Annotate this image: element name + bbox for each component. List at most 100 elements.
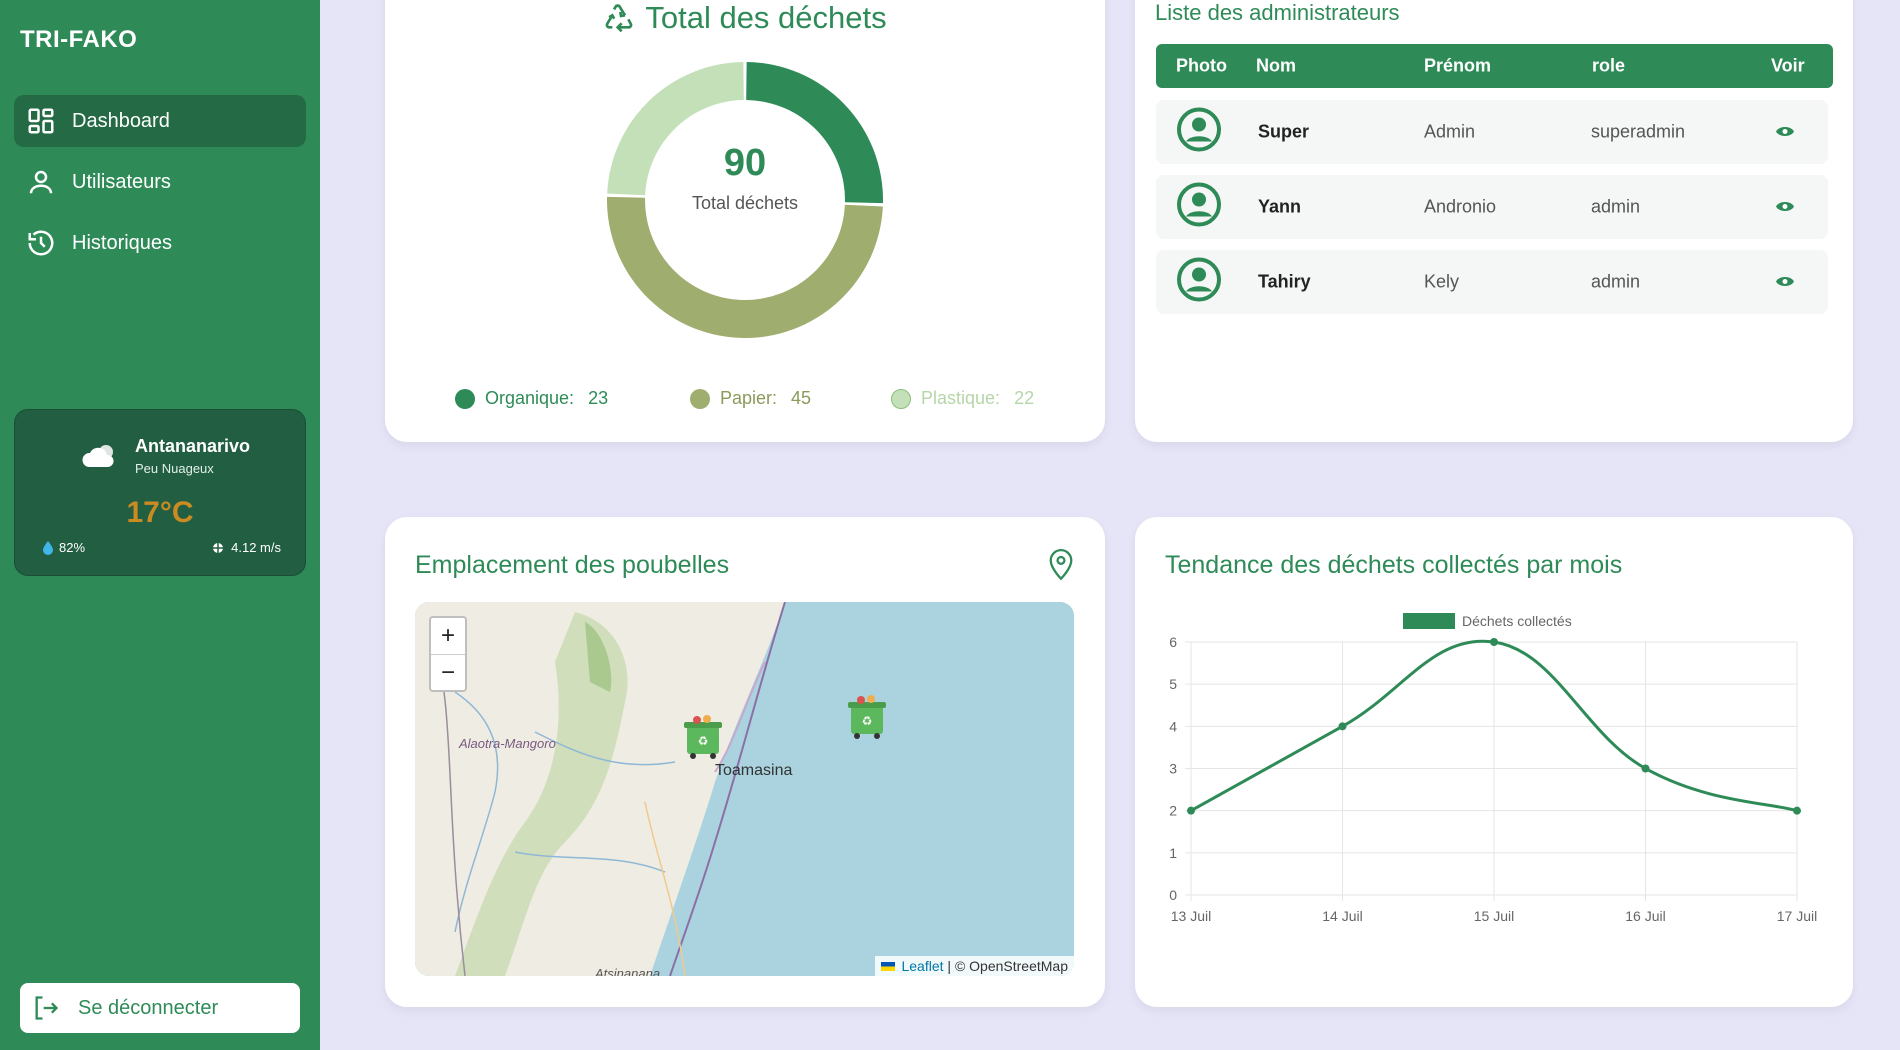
data-point[interactable] — [1793, 806, 1801, 815]
y-tick-label: 4 — [1169, 718, 1177, 734]
attribution-text: | © OpenStreetMap — [947, 958, 1068, 974]
view-icon[interactable] — [1776, 122, 1794, 143]
avatar — [1176, 107, 1222, 158]
table-row: Yann Andronio admin — [1156, 175, 1828, 239]
dashboard-icon — [28, 108, 54, 134]
weather-city: Antananarivo — [135, 436, 251, 456]
zoom-in-button[interactable]: + — [431, 618, 465, 654]
legend-label: Déchets collectés — [1462, 613, 1572, 629]
legend-swatch — [1403, 613, 1455, 629]
sidebar: TRI-FAKO Dashboard Utilisateurs Historiq… — [0, 0, 320, 1050]
admin-role: admin — [1591, 271, 1641, 292]
legend-dot — [455, 388, 475, 409]
user-circle-icon — [1177, 107, 1221, 152]
data-point[interactable] — [1641, 764, 1650, 773]
legend-organique: Organique: 23 — [455, 388, 608, 409]
humidity-value: 82% — [59, 540, 86, 555]
y-tick-label: 6 — [1169, 634, 1177, 650]
line-chart: 0 1 2 3 4 5 6 13 Juil 14 Juil 15 Juil 16 Juil 17 Ju… — [1169, 613, 1817, 924]
trash-bin-marker-icon[interactable]: ♻ — [843, 692, 891, 740]
map-card: Emplacement des poubelles Alaotra-Mangor… — [385, 517, 1105, 1007]
brand-title: TRI-FAKO — [20, 26, 138, 53]
x-tick-label: 14 Juil — [1322, 908, 1362, 924]
legend-value: 22 — [1014, 388, 1035, 408]
donut-slice-papier[interactable] — [607, 196, 883, 339]
zoom-control: + − — [429, 616, 467, 692]
header-prenom: Prénom — [1424, 55, 1492, 76]
wind-icon — [212, 541, 225, 554]
donut-title: Total des déchets — [385, 0, 1105, 36]
zoom-out-button[interactable]: − — [431, 654, 465, 690]
admin-nom: Yann — [1258, 196, 1302, 217]
table-row: Tahiry Kely admin — [1156, 250, 1828, 314]
map-city-below: Atsinanana — [595, 966, 661, 976]
trash-bin-marker-icon[interactable]: ♻ — [679, 712, 727, 760]
avatar — [1176, 257, 1222, 308]
x-tick-label: 16 Juil — [1625, 908, 1665, 924]
leaflet-link[interactable]: Leaflet — [901, 958, 943, 974]
legend-value: 45 — [791, 388, 812, 408]
map-title: Emplacement des poubelles — [415, 551, 730, 579]
legend-label: Plastique: — [921, 388, 1001, 408]
sidebar-item-utilisateurs[interactable]: Utilisateurs — [14, 156, 306, 208]
donut-title-text: Total des déchets — [645, 0, 887, 35]
sidebar-item-dashboard[interactable]: Dashboard — [14, 95, 306, 147]
weather-widget: Antananarivo Peu Nuageux 17°C 82% 4.12 m… — [14, 409, 306, 576]
legend-plastique: Plastique: 22 — [891, 388, 1034, 409]
data-point[interactable] — [1490, 638, 1498, 646]
svg-text:♻: ♻ — [698, 734, 709, 748]
admin-role: superadmin — [1591, 121, 1686, 142]
flag-icon — [880, 962, 895, 971]
wind-value: 4.12 m/s — [231, 540, 281, 555]
user-circle-icon — [1177, 257, 1221, 302]
table-row: Super Admin superadmin — [1156, 100, 1828, 164]
sidebar-item-label: Utilisateurs — [72, 170, 171, 193]
sidebar-nav: Dashboard Utilisateurs Historiques — [14, 95, 306, 278]
x-tick-label: 13 Juil — [1171, 908, 1211, 924]
admin-nom: Super — [1258, 121, 1310, 142]
view-icon[interactable] — [1776, 272, 1794, 293]
location-pin-icon — [1049, 549, 1073, 581]
logout-label: Se déconnecter — [78, 996, 219, 1019]
header-photo: Photo — [1176, 55, 1227, 76]
sidebar-item-historiques[interactable]: Historiques — [14, 217, 306, 269]
admin-nom: Tahiry — [1258, 271, 1311, 292]
data-point[interactable] — [1187, 806, 1195, 815]
history-icon — [28, 230, 54, 256]
view-icon[interactable] — [1776, 197, 1794, 218]
legend-dot — [690, 388, 710, 409]
cloud-icon — [82, 445, 114, 467]
donut-total-label: Total déchets — [691, 193, 799, 213]
user-icon — [29, 170, 53, 194]
y-tick-label: 1 — [1169, 845, 1177, 861]
legend-label: Papier: — [720, 388, 778, 408]
user-circle-icon — [1177, 182, 1221, 227]
admin-prenom: Admin — [1424, 121, 1476, 142]
map-city-label: Toamasina — [715, 762, 793, 779]
trend-card: Tendance des déchets collectés par mois … — [1135, 517, 1853, 1007]
legend-value: 23 — [588, 388, 609, 408]
avatar — [1176, 182, 1222, 233]
bin-map[interactable]: Alaotra-Mangoro Toamasina Atsinanana ♻ ♻… — [415, 602, 1074, 976]
admin-role: admin — [1591, 196, 1641, 217]
header-voir: Voir — [1771, 55, 1805, 76]
weather-humidity: 82% — [43, 540, 85, 555]
header-role: role — [1592, 55, 1626, 76]
map-tiles — [415, 602, 1074, 976]
weather-description: Peu Nuageux — [135, 461, 214, 476]
droplet-icon — [43, 540, 53, 555]
data-point[interactable] — [1338, 722, 1347, 731]
y-tick-label: 5 — [1169, 676, 1177, 692]
total-waste-card: Total des déchets 90 Total déchets Organ… — [385, 0, 1105, 442]
svg-text:♻: ♻ — [862, 714, 873, 728]
admins-table-header: Photo Nom Prénom role Voir — [1156, 44, 1833, 88]
legend-label: Organique: — [485, 388, 575, 408]
legend-dot — [891, 388, 911, 409]
x-tick-label: 15 Juil — [1474, 908, 1514, 924]
logout-icon — [35, 996, 59, 1020]
admins-title: Liste des administrateurs — [1155, 0, 1400, 25]
admin-prenom: Kely — [1424, 271, 1460, 292]
legend-papier: Papier: 45 — [690, 388, 811, 409]
x-tick-label: 17 Juil — [1777, 908, 1817, 924]
logout-button[interactable]: Se déconnecter — [20, 983, 300, 1033]
